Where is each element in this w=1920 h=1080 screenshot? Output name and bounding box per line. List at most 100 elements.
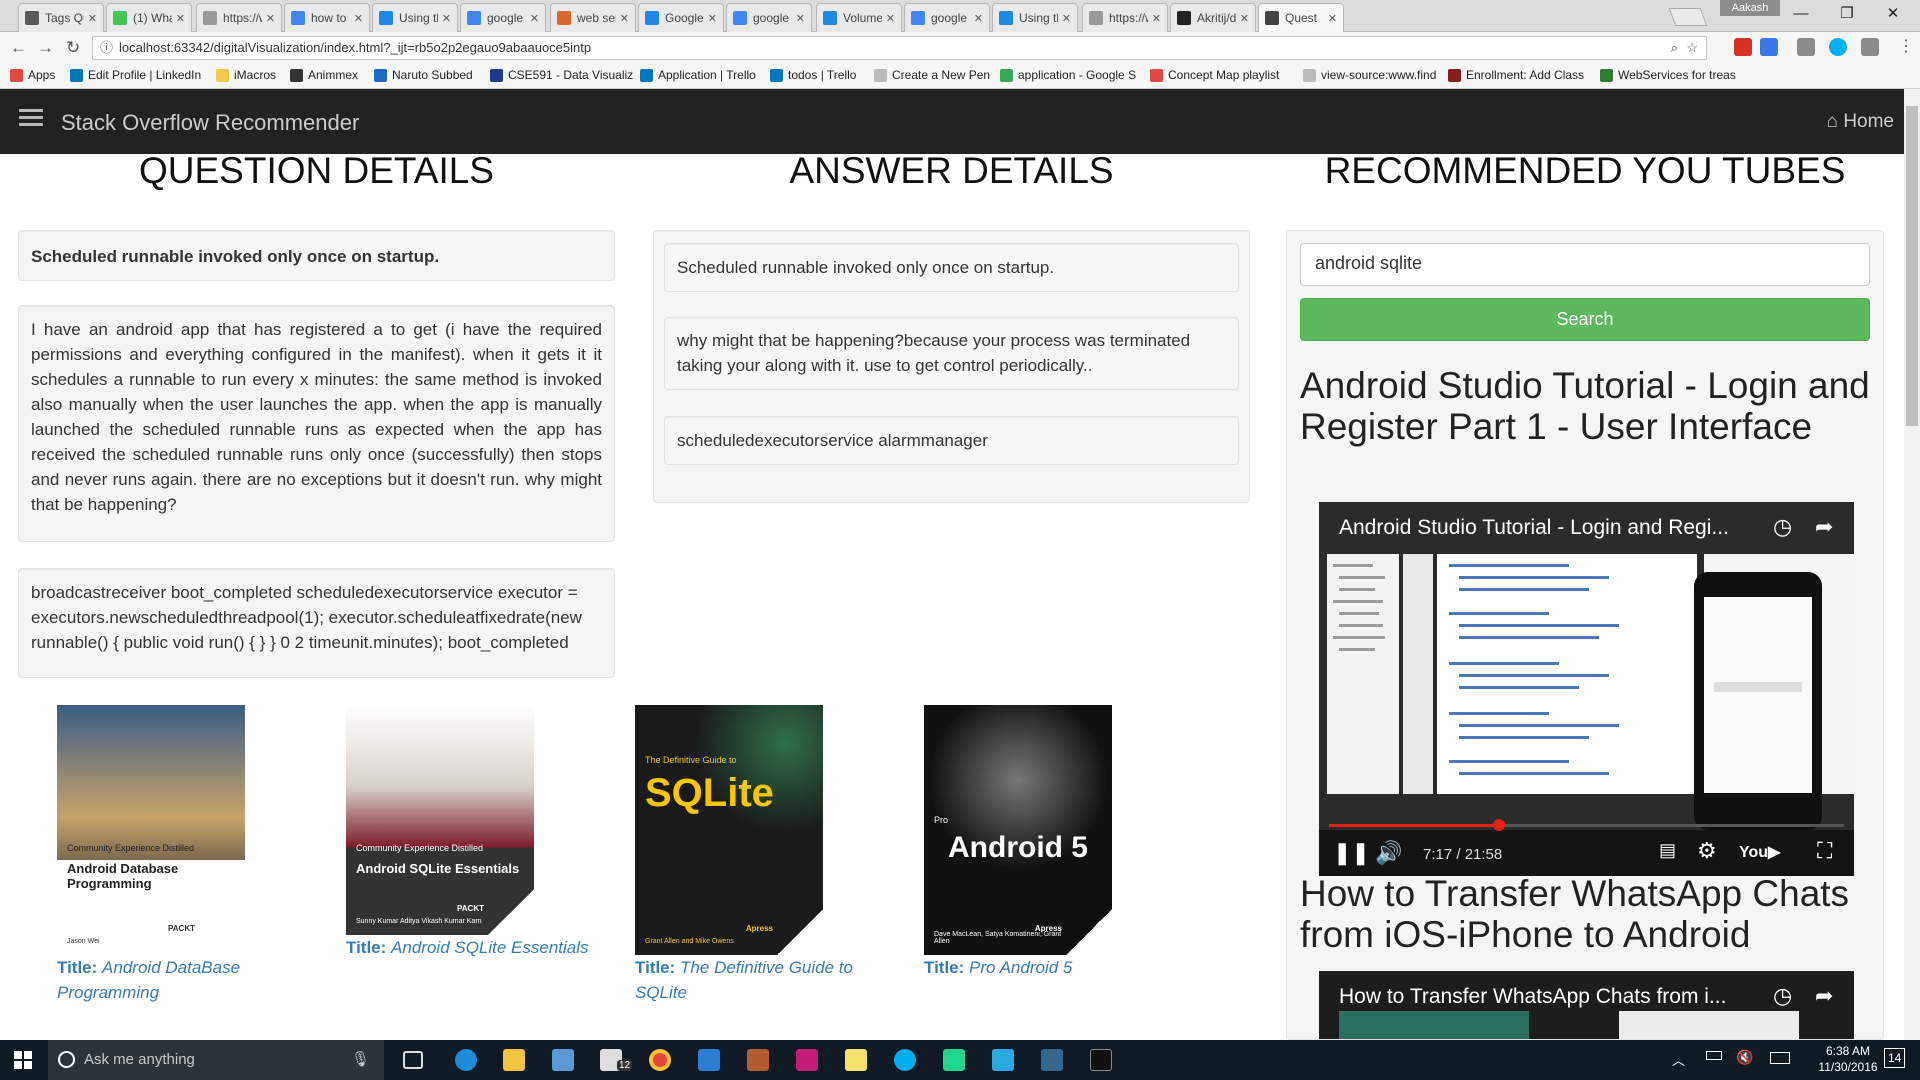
video-player[interactable]: Android Studio Tutorial - Login and Regi… [1319,502,1854,876]
browser-tab[interactable]: Using the ✕ [372,3,458,32]
book-card[interactable]: Pro Android 5 Dave MacLean, Satya Komatine… [924,705,1184,980]
keyboard-icon[interactable] [1770,1052,1790,1064]
bookmark-item[interactable]: todos | Trello [770,68,856,82]
browser-tab[interactable]: Quest ✕ [1258,3,1344,32]
maximize-icon[interactable]: ❐ [1824,0,1870,28]
bookmark-item[interactable]: Create a New Pen [874,68,990,82]
skype-icon[interactable] [894,1049,916,1071]
home-link[interactable]: ⌂ Home [1827,111,1894,133]
webstorm-icon[interactable] [992,1049,1014,1071]
browser-tab[interactable]: https://w ✕ [1082,3,1168,32]
forward-icon[interactable]: → [37,38,54,58]
book-card[interactable]: The Definitive Guide to SQLite Grant Allen… [635,705,895,1005]
minimize-icon[interactable]: — [1778,0,1824,28]
tab-close-icon[interactable]: ✕ [530,12,539,25]
captions-icon[interactable]: ▤ [1659,840,1676,861]
bookmark-item[interactable]: application - Google S [1000,68,1136,82]
book-card[interactable]: Community Experience Distilled Android Da… [57,705,317,1005]
edge-icon[interactable] [455,1049,477,1071]
extension-icon[interactable] [1797,38,1815,56]
browser-tab[interactable]: (1) Whats ✕ [106,3,192,32]
browser-tab[interactable]: https://w ✕ [196,3,282,32]
tab-close-icon[interactable]: ✕ [1328,12,1337,25]
browser-tab[interactable]: Akritij/di ✕ [1170,3,1256,32]
tab-close-icon[interactable]: ✕ [266,12,275,25]
share-icon[interactable]: ➦ [1815,514,1833,540]
close-window-icon[interactable]: ✕ [1870,0,1916,28]
postgres-icon[interactable] [1041,1049,1063,1071]
task-view-icon[interactable] [403,1051,423,1069]
tab-close-icon[interactable]: ✕ [796,12,805,25]
share-icon[interactable]: ➦ [1815,983,1833,1009]
brand-title[interactable]: Stack Overflow Recommender [61,110,359,136]
tab-close-icon[interactable]: ✕ [708,12,717,25]
browser-tab[interactable]: how to us ✕ [284,3,370,32]
browser-tab[interactable]: Google B ✕ [638,3,724,32]
bookmark-item[interactable]: Application | Trello [640,68,756,82]
bookmark-star-icon[interactable]: ☆ [1686,37,1698,59]
windows-start-icon[interactable] [14,1051,32,1069]
bookmark-item[interactable]: Concept Map playlist [1150,68,1279,82]
youtube-search-input[interactable]: android sqlite [1300,243,1870,286]
sticky-notes-icon[interactable] [845,1049,867,1071]
bookmark-item[interactable]: Edit Profile | LinkedIn [70,68,201,82]
tab-close-icon[interactable]: ✕ [442,12,451,25]
video-player[interactable]: How to Transfer WhatsApp Chats from i...… [1319,971,1854,1039]
file-explorer-icon[interactable] [503,1049,525,1071]
chrome-icon[interactable] [649,1049,671,1071]
bookmark-item[interactable]: Apps [10,68,55,82]
back-icon[interactable]: ← [10,38,27,58]
reload-icon[interactable]: ↻ [66,38,80,58]
zoom-icon[interactable]: ⌕ [1671,37,1678,59]
book-cover-image[interactable]: The Definitive Guide to SQLite Grant Allen… [635,705,823,955]
skype-extension-icon[interactable] [1829,38,1847,56]
tab-close-icon[interactable]: ✕ [620,12,629,25]
settings-gear-icon[interactable]: ⚙ [1697,838,1717,864]
book-cover-image[interactable]: Community Experience Distilled Android SQ… [346,705,534,935]
profile-button[interactable]: Aakash [1720,0,1780,16]
taskbar-search[interactable]: Ask me anything 🎙 [48,1040,384,1080]
bookmark-item[interactable]: iMacros [216,68,276,82]
browser-tab[interactable]: web serv ✕ [550,3,636,32]
new-tab-button[interactable] [1668,8,1708,26]
scrollbar-thumb[interactable] [1906,106,1918,426]
watch-later-icon[interactable]: ◷ [1773,983,1792,1009]
bookmark-item[interactable]: Naruto Subbed [374,68,473,82]
book-cover-image[interactable]: Community Experience Distilled Android Da… [57,705,245,955]
tab-close-icon[interactable]: ✕ [88,12,97,25]
bookmark-item[interactable]: Animmex [290,68,358,82]
info-icon[interactable]: ⓘ [100,37,113,59]
browser-tab[interactable]: Using the ✕ [992,3,1078,32]
chrome-menu-icon[interactable]: ⋮ [1898,36,1914,56]
terminal-icon[interactable] [1090,1049,1112,1071]
youtube-logo-icon[interactable]: You▶ [1739,842,1780,862]
browser-tab[interactable]: google b ✕ [726,3,812,32]
volume-mute-icon[interactable]: 🔇 [1736,1049,1753,1066]
pycharm-icon[interactable] [943,1049,965,1071]
youtube-search-button[interactable]: Search [1300,298,1870,341]
browser-tab[interactable]: Tags Que ✕ [18,3,104,32]
tray-chevron-icon[interactable]: ︿ [1672,1050,1685,1069]
address-bar[interactable]: ⓘ localhost:63342/digitalVisualization/i… [92,36,1707,60]
bookmark-item[interactable]: view-source:www.find [1303,68,1436,82]
winrar-icon[interactable] [747,1049,769,1071]
browser-tab[interactable]: Volume I ✕ [816,3,902,32]
menu-icon[interactable] [19,109,43,131]
volume-icon[interactable]: 🔊 [1375,840,1402,866]
tab-close-icon[interactable]: ✕ [354,12,363,25]
tab-close-icon[interactable]: ✕ [974,12,983,25]
book-cover-image[interactable]: Pro Android 5 Dave MacLean, Satya Komatine… [924,705,1112,955]
store-icon[interactable] [552,1049,574,1071]
pause-icon[interactable]: ❚❚ [1333,840,1370,866]
bookmark-item[interactable]: WebServices for treas [1600,68,1736,82]
snipping-tool-icon[interactable] [698,1049,720,1071]
bookmark-item[interactable]: CSE591 - Data Visualiz [490,68,633,82]
bookmark-item[interactable]: Enrollment: Add Class [1448,68,1584,82]
microphone-icon[interactable]: 🎙 [351,1040,370,1080]
taskbar-clock[interactable]: 6:38 AM 11/30/2016 [1812,1043,1884,1075]
book-title[interactable]: Title: Pro Android 5 [924,955,1184,980]
fullscreen-icon[interactable]: ⛶ [1817,838,1832,864]
action-center-icon[interactable]: 14 [1884,1048,1906,1068]
tab-close-icon[interactable]: ✕ [1062,12,1071,25]
book-title[interactable]: Title: The Definitive Guide to SQLite [635,955,895,1005]
